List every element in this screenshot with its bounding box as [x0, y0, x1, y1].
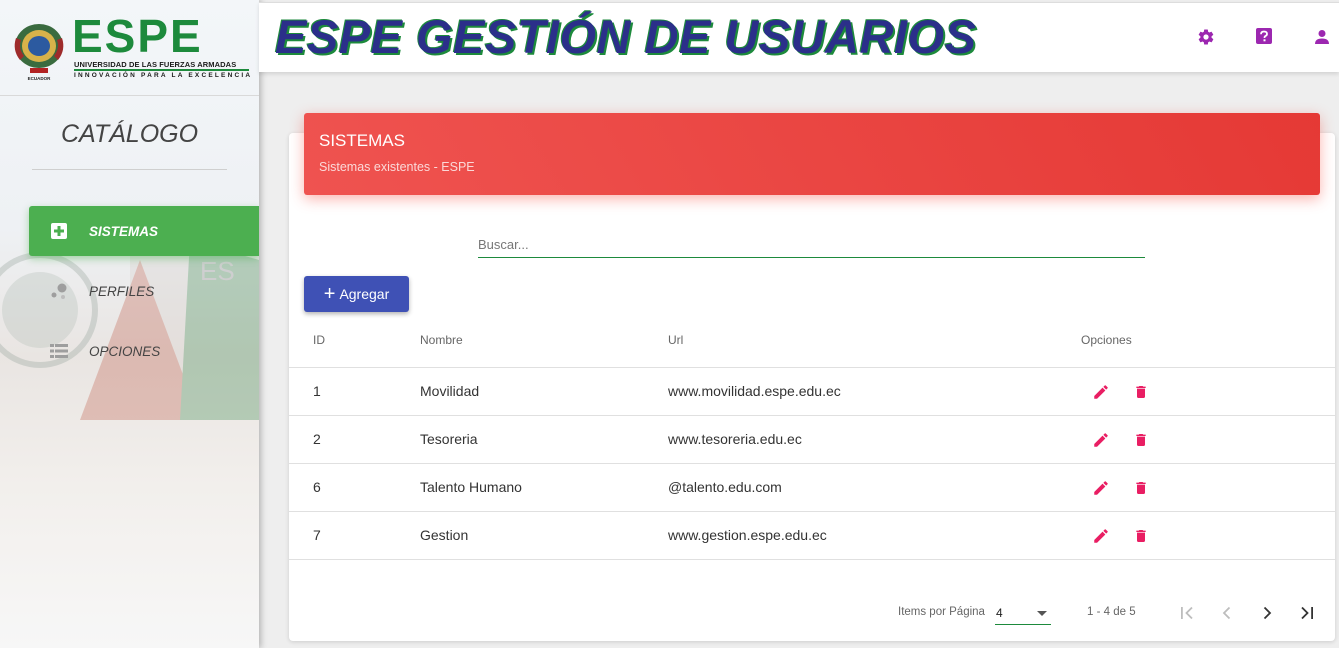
- next-page-icon[interactable]: [1255, 601, 1279, 625]
- edit-icon[interactable]: [1090, 477, 1112, 499]
- search-input[interactable]: [478, 228, 1145, 258]
- help-icon[interactable]: [1254, 27, 1274, 47]
- logo-wordmark: ESPE: [72, 10, 203, 62]
- delete-icon[interactable]: [1130, 429, 1152, 451]
- paginator: Items por Página 4 1 - 4 de 5: [289, 590, 1335, 636]
- last-page-icon[interactable]: [1295, 601, 1319, 625]
- add-button-label: Agregar: [339, 286, 390, 302]
- plus-box-icon: [49, 221, 69, 241]
- cell-nombre: Gestion: [420, 527, 469, 543]
- logo: ECUADOR ESPE UNIVERSIDAD DE LAS FUERZAS …: [0, 0, 259, 96]
- cell-nombre: Talento Humano: [420, 479, 522, 495]
- logo-divider: [74, 69, 249, 71]
- previous-page-icon[interactable]: [1215, 601, 1239, 625]
- sidebar-item-label: OPCIONES: [89, 343, 161, 359]
- delete-icon[interactable]: [1130, 525, 1152, 547]
- sidebar-item-label: PERFILES: [89, 283, 155, 299]
- sidebar-item-sistemas[interactable]: SISTEMAS: [29, 206, 259, 256]
- column-header-opciones: Opciones: [1081, 333, 1132, 347]
- delete-icon[interactable]: [1130, 477, 1152, 499]
- cell-id: 2: [313, 431, 321, 447]
- column-header-url[interactable]: Url: [668, 333, 683, 347]
- sidebar-item-opciones[interactable]: OPCIONES: [29, 326, 259, 376]
- card-header: SISTEMAS Sistemas existentes - ESPE: [304, 113, 1320, 195]
- page-title: ESPE GESTIÓN DE USUARIOS: [275, 10, 977, 63]
- table-row: 7 Gestion www.gestion.espe.edu.ec: [289, 512, 1335, 560]
- sidebar-item-label: SISTEMAS: [89, 223, 159, 239]
- page-size-select[interactable]: 4: [995, 601, 1051, 625]
- edit-icon[interactable]: [1090, 381, 1112, 403]
- items-per-page-label: Items por Página: [898, 606, 985, 618]
- dropdown-arrow-icon: [1037, 611, 1047, 616]
- sidebar-divider: [32, 169, 227, 170]
- edit-icon[interactable]: [1090, 429, 1112, 451]
- table-row: 6 Talento Humano @talento.edu.com: [289, 464, 1335, 512]
- cell-nombre: Tesoreria: [420, 431, 478, 447]
- first-page-icon[interactable]: [1175, 601, 1199, 625]
- table-row: 1 Movilidad www.movilidad.espe.edu.ec: [289, 368, 1335, 416]
- edit-icon[interactable]: [1090, 525, 1112, 547]
- card-title: SISTEMAS: [319, 131, 405, 150]
- cell-url: www.tesoreria.edu.ec: [668, 431, 802, 447]
- gear-icon[interactable]: [1196, 27, 1216, 47]
- user-icon[interactable]: [1312, 27, 1332, 47]
- logo-motto: INNOVACIÓN PARA LA EXCELENCIA: [74, 72, 253, 79]
- table-header: ID Nombre Url Opciones: [289, 320, 1335, 368]
- list-icon: [49, 341, 69, 361]
- top-header: ESPE GESTIÓN DE USUARIOS: [259, 2, 1339, 72]
- table-row: 2 Tesoreria www.tesoreria.edu.ec: [289, 416, 1335, 464]
- page-range-label: 1 - 4 de 5: [1087, 606, 1136, 618]
- logo-university-name: UNIVERSIDAD DE LAS FUERZAS ARMADAS: [74, 60, 237, 69]
- page-size-value: 4: [996, 606, 1003, 620]
- svg-text:ECUADOR: ECUADOR: [28, 76, 52, 81]
- cell-id: 6: [313, 479, 321, 495]
- plus-icon: +: [323, 283, 336, 305]
- cell-id: 7: [313, 527, 321, 543]
- bubbles-icon: [49, 281, 69, 301]
- espe-shield-icon: ECUADOR: [14, 24, 64, 81]
- cell-nombre: Movilidad: [420, 383, 480, 399]
- search-field: [478, 228, 1145, 258]
- sidebar-item-perfiles[interactable]: PERFILES: [29, 266, 259, 316]
- cell-id: 1: [313, 383, 321, 399]
- delete-icon[interactable]: [1130, 381, 1152, 403]
- add-button[interactable]: + Agregar: [304, 276, 409, 312]
- cell-url: www.movilidad.espe.edu.ec: [668, 383, 841, 399]
- sidebar-section-title: CATÁLOGO: [60, 120, 199, 148]
- cell-url: @talento.edu.com: [668, 479, 782, 495]
- column-header-nombre[interactable]: Nombre: [420, 333, 463, 347]
- card-subtitle: Sistemas existentes - ESPE: [319, 160, 475, 174]
- sidebar: ES ECUADOR ESPE UNIVERSIDAD DE LAS FUERZ…: [0, 0, 259, 648]
- cell-url: www.gestion.espe.edu.ec: [668, 527, 827, 543]
- column-header-id[interactable]: ID: [313, 333, 325, 347]
